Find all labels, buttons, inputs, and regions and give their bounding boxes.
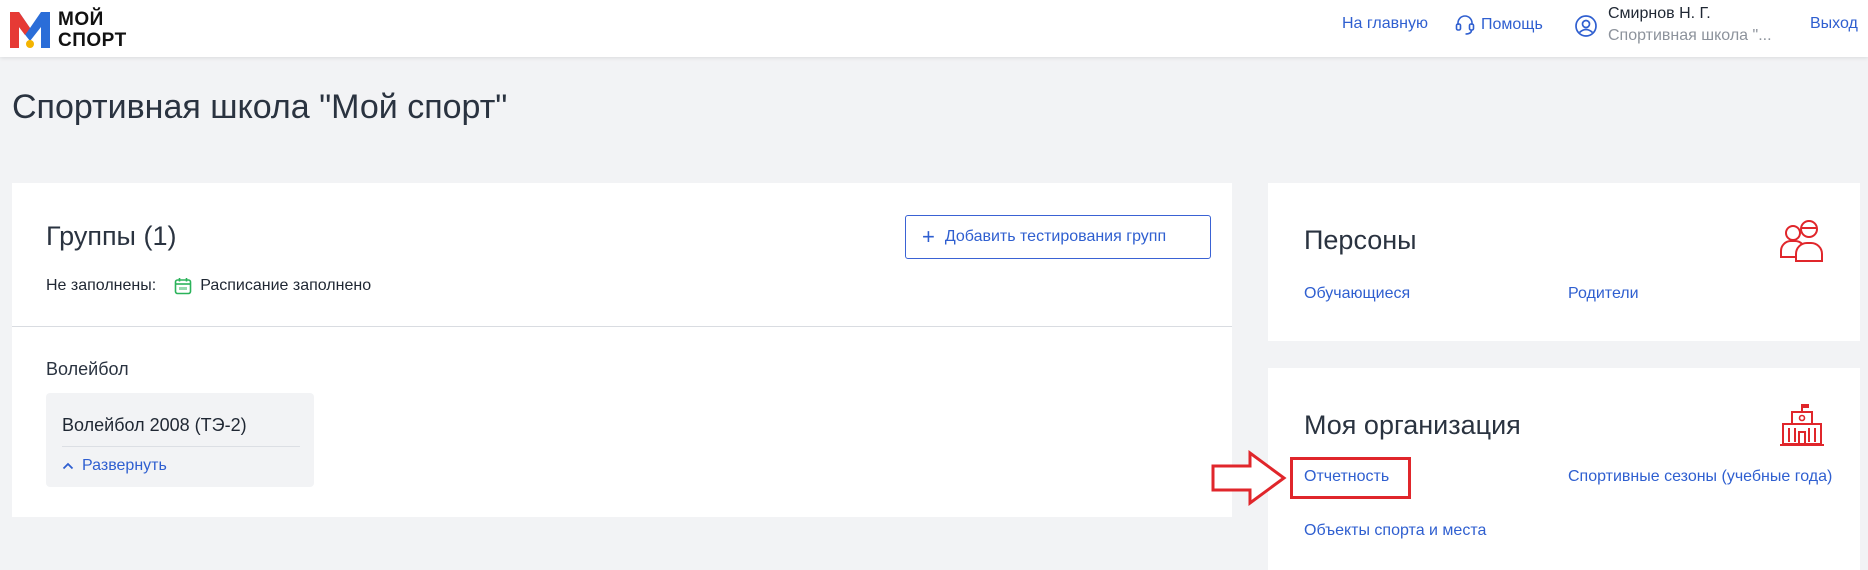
not-filled-label: Не заполнены: [46, 277, 157, 294]
user-name: Смирнов Н. Г. [1608, 5, 1711, 22]
expand-button[interactable]: Развернуть [62, 457, 167, 475]
group-name: Волейбол 2008 (ТЭ-2) [62, 415, 247, 435]
calendar-icon [174, 278, 192, 295]
user-circle-icon [1575, 15, 1597, 37]
organization-title: Моя организация [1304, 410, 1521, 440]
user-organization: Спортивная школа "... [1608, 27, 1772, 44]
group-card[interactable]: Волейбол 2008 (ТЭ-2) Развернуть [46, 393, 314, 487]
arrow-right-icon [1211, 450, 1287, 506]
fill-status-row: Не заполнены: Расписание заполнено [46, 277, 371, 295]
people-icon [1780, 220, 1823, 262]
logo-text: МОЙ СПОРТ [58, 9, 127, 51]
logout-link[interactable]: Выход [1810, 15, 1858, 33]
building-icon [1780, 404, 1824, 446]
students-link[interactable]: Обучающиеся [1304, 283, 1410, 305]
help-link[interactable]: Помощь [1455, 12, 1543, 38]
parents-link[interactable]: Родители [1568, 283, 1639, 305]
schedule-status: Расписание заполнено [200, 277, 372, 294]
groups-title: Группы (1) [46, 221, 177, 251]
chevron-up-icon [62, 462, 74, 470]
help-label: Помощь [1481, 16, 1543, 33]
divider [12, 326, 1232, 327]
sport-seasons-link[interactable]: Спортивные сезоны (учебные года) [1568, 466, 1838, 488]
add-group-testing-button[interactable]: + Добавить тестирования групп [905, 215, 1211, 259]
logo-line-2: СПОРТ [58, 30, 127, 51]
logo-line-1: МОЙ [58, 9, 104, 30]
plus-icon: + [922, 224, 935, 249]
logo[interactable]: МОЙ СПОРТ [10, 7, 130, 51]
persons-card: Персоны Обучающиеся Родители [1268, 183, 1860, 341]
user-menu[interactable]: Смирнов Н. Г. Спортивная школа "... [1574, 3, 1772, 47]
highlight-box [1290, 457, 1411, 499]
logo-mark-icon [10, 12, 50, 48]
group-divider [62, 446, 300, 447]
sport-name: Волейбол [46, 359, 129, 379]
top-header: МОЙ СПОРТ На главную Помощь Смирнов Н. Г… [0, 0, 1868, 57]
persons-title: Персоны [1304, 225, 1417, 255]
headset-icon [1455, 15, 1475, 35]
page-title: Спортивная школа "Мой спорт" [12, 88, 508, 126]
home-link[interactable]: На главную [1342, 15, 1428, 33]
expand-label: Развернуть [82, 457, 167, 474]
add-group-testing-label: Добавить тестирования групп [944, 228, 1167, 245]
groups-card: Группы (1) + Добавить тестирования групп… [12, 183, 1232, 517]
sport-facilities-link[interactable]: Объекты спорта и места [1304, 520, 1486, 542]
